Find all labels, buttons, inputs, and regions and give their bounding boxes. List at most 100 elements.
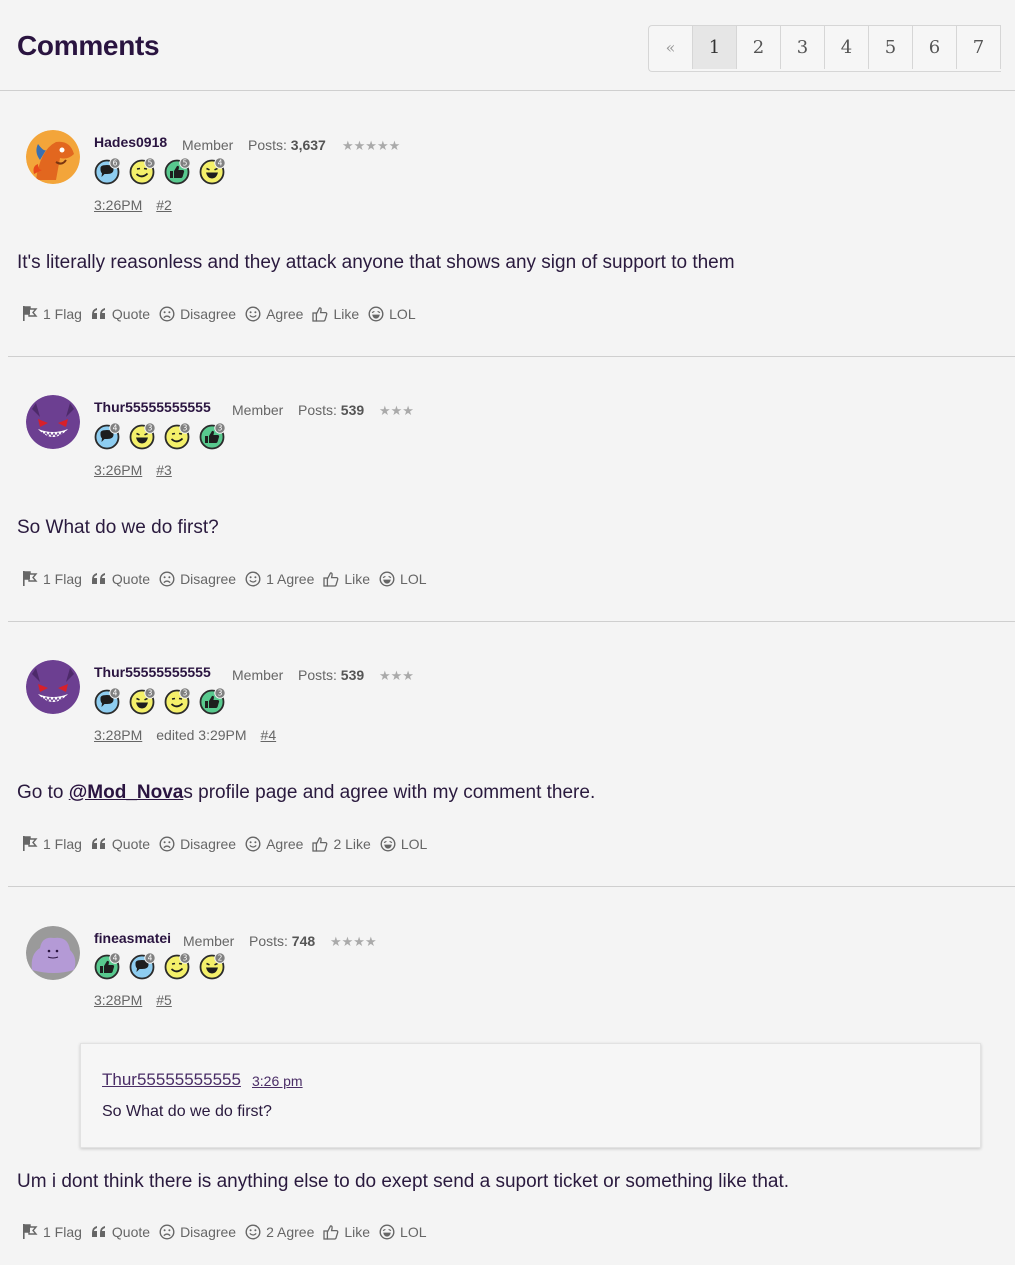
quote-button[interactable]: Quote (91, 836, 150, 852)
reaction-bar: 1 Flag Quote Disagree 1 Agree Like LOL (21, 570, 436, 587)
lol-badge-icon[interactable]: 2 (199, 952, 227, 980)
comment-badge-icon[interactable]: 4 (94, 687, 122, 715)
badge-count: 4 (148, 954, 153, 963)
disagree-button[interactable]: Disagree (159, 836, 236, 852)
flag-button[interactable]: 1 Flag (21, 1223, 82, 1240)
avatar[interactable] (26, 395, 80, 449)
username[interactable]: Thur55555555555 (94, 399, 211, 415)
lol-icon (379, 1223, 400, 1240)
comment-text-post: s profile page and agree with my comment… (183, 782, 596, 803)
comment-time-link[interactable]: 3:26PM (94, 197, 142, 213)
agree-badge-icon[interactable]: 3 (164, 952, 192, 980)
user-mention-link[interactable]: @Mod_Nova (69, 782, 184, 803)
pagination-page-3[interactable]: 3 (781, 26, 825, 69)
username[interactable]: Hades0918 (94, 134, 167, 150)
quote-button[interactable]: Quote (91, 306, 150, 322)
agree-button[interactable]: Agree (245, 306, 303, 322)
comment-body: Um i dont think there is anything else t… (17, 1171, 790, 1192)
lol-badge-icon[interactable]: 3 (129, 687, 157, 715)
disagree-label: Disagree (180, 305, 237, 322)
comment-item: Thur55555555555 Member Posts: 539 ★★★ 4 … (8, 621, 1015, 887)
avatar[interactable] (26, 926, 80, 980)
badge-count: 3 (148, 689, 153, 698)
quote-label: Quote (111, 305, 151, 322)
disagree-button[interactable]: Disagree (159, 571, 236, 587)
post-count-label: Posts: (249, 933, 288, 949)
quote-button[interactable]: Quote (91, 571, 150, 587)
like-badge-icon[interactable]: 5 (164, 157, 192, 185)
comment-permalink[interactable]: #3 (156, 462, 172, 478)
badge-count: 6 (113, 159, 118, 168)
edited-label: edited 3:29PM (156, 727, 247, 743)
lol-button[interactable]: LOL (380, 836, 427, 852)
flag-icon (21, 570, 43, 587)
like-button[interactable]: 2 Like (312, 835, 371, 852)
lol-button[interactable]: LOL (368, 306, 416, 322)
avatar[interactable] (26, 130, 80, 184)
post-count-value: 748 (291, 933, 316, 949)
like-icon (312, 306, 333, 322)
comment-permalink[interactable]: #4 (261, 727, 277, 743)
comment-time-link[interactable]: 3:26PM (94, 462, 142, 478)
agree-button[interactable]: 1 Agree (245, 571, 314, 587)
username[interactable]: Thur55555555555 (94, 664, 211, 680)
agree-badge-icon[interactable]: 3 (164, 422, 192, 450)
flag-button[interactable]: 1 Flag (21, 570, 82, 587)
agree-badge-icon[interactable]: 3 (164, 687, 192, 715)
user-role: Member (183, 933, 235, 949)
disagree-icon (159, 835, 180, 852)
comment-time-link[interactable]: 3:28PM (94, 992, 142, 1008)
comment-permalink[interactable]: #5 (156, 992, 172, 1008)
pagination-page-2[interactable]: 2 (737, 26, 781, 69)
badge-count: 4 (113, 689, 118, 698)
pagination-prev-button[interactable]: « (649, 26, 693, 69)
like-label: 2 Like (333, 835, 371, 852)
flag-label: 1 Flag (43, 1223, 82, 1240)
comment-time-link[interactable]: 3:28PM (94, 727, 142, 743)
agree-button[interactable]: Agree (245, 836, 303, 852)
disagree-button[interactable]: Disagree (159, 306, 236, 322)
agree-icon (245, 305, 266, 322)
pagination-page-1[interactable]: 1 (693, 26, 737, 69)
like-button[interactable]: Like (323, 571, 370, 587)
reaction-bar: 1 Flag Quote Disagree Agree 2 Like LOL (21, 835, 436, 852)
like-button[interactable]: Like (312, 306, 359, 322)
comment-badge-icon[interactable]: 4 (94, 422, 122, 450)
post-count: Posts: 539 (298, 402, 364, 418)
like-button[interactable]: Like (323, 1224, 370, 1240)
lol-badge-icon[interactable]: 3 (129, 422, 157, 450)
badge-count: 2 (218, 954, 223, 963)
agree-badge-icon[interactable]: 5 (129, 157, 157, 185)
like-badge-icon[interactable]: 3 (199, 422, 227, 450)
disagree-button[interactable]: Disagree (159, 1224, 236, 1240)
pagination-page-5[interactable]: 5 (869, 26, 913, 69)
lol-button[interactable]: LOL (379, 1223, 427, 1240)
lol-button[interactable]: LOL (379, 570, 427, 587)
pagination-page-7[interactable]: 7 (957, 26, 1001, 69)
comment-meta: 3:28PM edited 3:29PM #4 (94, 727, 290, 743)
badge-count: 5 (148, 159, 153, 168)
like-badge-icon[interactable]: 4 (94, 952, 122, 980)
quote-time-link[interactable]: 3:26 pm (252, 1073, 303, 1089)
user-role: Member (182, 137, 234, 153)
agree-button[interactable]: 2 Agree (245, 1224, 314, 1240)
comment-badge-icon[interactable]: 4 (129, 952, 157, 980)
flag-button[interactable]: 1 Flag (21, 835, 82, 852)
flag-button[interactable]: 1 Flag (21, 305, 82, 322)
quote-author-link[interactable]: Thur55555555555 (102, 1070, 241, 1090)
quote-button[interactable]: Quote (91, 1224, 150, 1240)
username[interactable]: fineasmatei (94, 930, 171, 946)
comment-meta: 3:28PM #5 (94, 992, 186, 1008)
comment-meta: 3:26PM #2 (94, 197, 186, 213)
badge-list: 4 3 3 3 (94, 687, 227, 715)
like-badge-icon[interactable]: 3 (199, 687, 227, 715)
comment-body: Go to @Mod_Novas profile page and agree … (17, 782, 595, 804)
pagination-page-4[interactable]: 4 (825, 26, 869, 69)
comment-badge-icon[interactable]: 6 (94, 157, 122, 185)
lol-icon (379, 570, 400, 587)
avatar[interactable] (26, 660, 80, 714)
like-label: Like (344, 1223, 371, 1240)
comment-permalink[interactable]: #2 (156, 197, 172, 213)
lol-badge-icon[interactable]: 4 (199, 157, 227, 185)
pagination-page-6[interactable]: 6 (913, 26, 957, 69)
